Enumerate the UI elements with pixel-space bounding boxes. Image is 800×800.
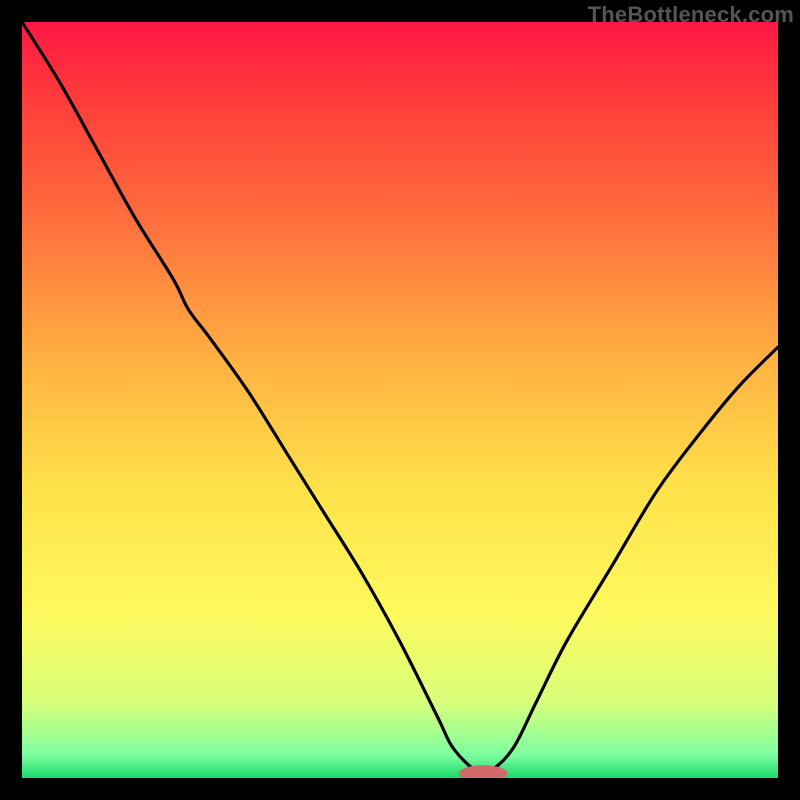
watermark-label: TheBottleneck.com bbox=[588, 2, 794, 28]
plot-area bbox=[22, 22, 778, 778]
chart-svg bbox=[22, 22, 778, 778]
gradient-background bbox=[22, 22, 778, 778]
chart-frame: TheBottleneck.com bbox=[0, 0, 800, 800]
